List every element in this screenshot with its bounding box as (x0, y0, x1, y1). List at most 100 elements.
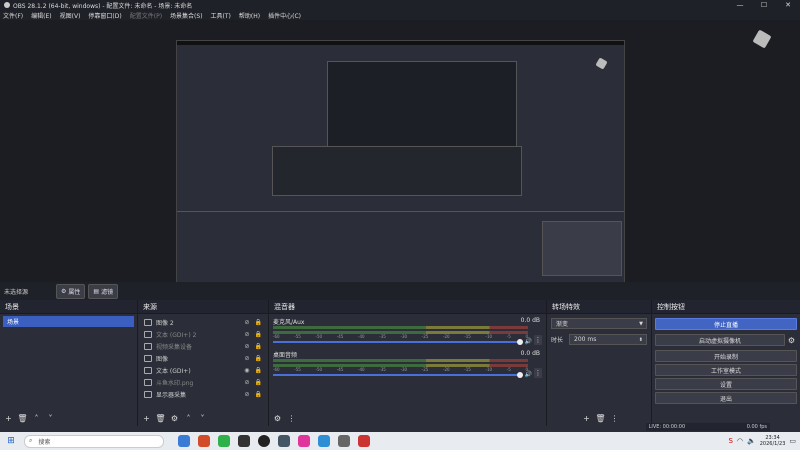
source-item[interactable]: 文本 (GDI+) 2 ⊘ 🔒 (138, 328, 268, 340)
lock-icon[interactable]: 🔒 (255, 355, 262, 362)
menu-profile[interactable]: 配置文件(P) (130, 11, 162, 20)
windows-start-icon[interactable]: ⊞ (4, 434, 18, 448)
menu-help[interactable]: 帮助(H) (239, 11, 260, 20)
controls-title: 控制按钮 (652, 300, 800, 314)
source-item[interactable]: 斗鱼水印.png ⊘ 🔒 (138, 376, 268, 388)
source-item[interactable]: 显示器采集 ⊘ 🔒 (138, 388, 268, 400)
remove-scene-icon[interactable]: 🗑 (17, 413, 28, 424)
lock-icon[interactable]: 🔒 (255, 331, 262, 338)
mixer-channel-desktop: 桌面音频 0.0 dB -60 -55 -50 -45 -40 -35 -30 -25 -20-… (269, 350, 546, 380)
app-icon[interactable] (238, 435, 250, 447)
menu-view[interactable]: 视图(V) (60, 11, 81, 20)
lock-icon[interactable]: 🔒 (255, 319, 262, 326)
taskbar-search[interactable]: ⌕ 搜索 (24, 434, 164, 448)
maximize-button[interactable]: ☐ (752, 0, 776, 10)
nested-titlebar (177, 41, 624, 45)
move-up-icon[interactable]: ˄ (183, 413, 194, 424)
app-icon[interactable] (198, 435, 210, 447)
spin-arrows-icon: ⬍ (638, 336, 643, 343)
source-item[interactable]: 文本 (GDI+) ◉ 🔒 (138, 364, 268, 376)
speaker-icon[interactable]: 🔊 (525, 371, 532, 378)
transition-select[interactable]: 渐变 ▼ (551, 318, 647, 329)
remove-transition-icon[interactable]: 🗑 (595, 413, 606, 424)
source-properties-icon[interactable]: ⚙ (169, 413, 180, 424)
move-down-icon[interactable]: ˅ (197, 413, 208, 424)
add-scene-icon[interactable]: + (3, 413, 14, 424)
image-icon (144, 318, 152, 326)
clock[interactable]: 23:34 2026/1/23 (760, 435, 786, 447)
visibility-off-icon[interactable]: ⊘ (244, 319, 249, 326)
menu-scene-collection[interactable]: 场景集合(S) (170, 11, 203, 20)
volume-slider[interactable] (273, 372, 523, 378)
preview-area[interactable] (0, 20, 800, 296)
minimize-button[interactable]: — (728, 0, 752, 10)
menu-docks[interactable]: 停靠窗口(D) (88, 11, 121, 20)
lock-icon[interactable]: 🔒 (255, 343, 262, 350)
menu-plugin-center[interactable]: 插件中心(C) (268, 11, 301, 20)
source-item[interactable]: 视频采集设备 ⊘ 🔒 (138, 340, 268, 352)
visibility-off-icon[interactable]: ⊘ (244, 355, 249, 362)
close-button[interactable]: ✕ (776, 0, 800, 10)
start-virtual-camera-button[interactable]: 启动虚拟摄像机 (655, 334, 785, 346)
level-meter (273, 326, 528, 329)
menu-tools[interactable]: 工具(T) (211, 11, 231, 20)
slider-knob[interactable] (517, 339, 523, 345)
meter-scale: -60 -55 -50 -45 -40 -35 -30 -25 -20 -15 -10 -5 0 (273, 367, 528, 372)
studio-mode-button[interactable]: 工作室模式 (655, 364, 797, 376)
app-icon[interactable] (318, 435, 330, 447)
controls-dock: 控制按钮 停止直播 启动虚拟摄像机 ⚙ 开始录制 工作室模式 设置 退出 (652, 300, 800, 426)
mixer-menu-icon[interactable]: ⋮ (286, 413, 297, 424)
scene-item[interactable]: 场景 (3, 316, 134, 327)
slider-knob[interactable] (517, 372, 523, 378)
notification-icon[interactable]: ▭ (789, 437, 796, 445)
visibility-off-icon[interactable]: ⊘ (244, 391, 249, 398)
filters-button[interactable]: ▤ 滤镜 (88, 283, 119, 299)
app-icon[interactable] (178, 435, 190, 447)
filter-icon: ▤ (93, 287, 100, 295)
lock-icon[interactable]: 🔒 (255, 391, 262, 398)
add-source-icon[interactable]: + (141, 413, 152, 424)
settings-button[interactable]: 设置 (655, 378, 797, 390)
app-icon[interactable] (278, 435, 290, 447)
source-name: 文本 (GDI+) 2 (156, 331, 197, 339)
source-item[interactable]: 图像 2 ⊘ 🔒 (138, 316, 268, 328)
move-up-icon[interactable]: ˄ (31, 413, 42, 424)
ime-icon[interactable]: S (728, 437, 732, 445)
app-icon[interactable] (218, 435, 230, 447)
channel-name: 桌面音频 (273, 352, 298, 359)
more-options-icon[interactable]: ⋮ (534, 335, 542, 345)
context-bar: 未选择源 ⚙ 属性 ▤ 滤镜 (0, 282, 800, 300)
app-icon[interactable] (338, 435, 350, 447)
app-icon[interactable] (298, 435, 310, 447)
obs-taskbar-icon[interactable] (258, 435, 270, 447)
visibility-off-icon[interactable]: ⊘ (244, 343, 249, 350)
volume-slider[interactable] (273, 339, 523, 345)
app-icon[interactable] (358, 435, 370, 447)
remove-source-icon[interactable]: 🗑 (155, 413, 166, 424)
speaker-icon[interactable]: 🔊 (525, 338, 532, 345)
duration-spinbox[interactable]: 200 ms ⬍ (569, 334, 647, 345)
lock-icon[interactable]: 🔒 (255, 379, 262, 386)
visibility-off-icon[interactable]: ⊘ (244, 331, 249, 338)
menu-file[interactable]: 文件(F) (3, 11, 23, 20)
virtual-camera-settings-icon[interactable]: ⚙ (786, 335, 797, 346)
visibility-off-icon[interactable]: ⊘ (244, 379, 249, 386)
stop-streaming-button[interactable]: 停止直播 (655, 318, 797, 330)
wifi-icon[interactable]: ◠ (737, 437, 743, 445)
advanced-audio-icon[interactable]: ⚙ (272, 413, 283, 424)
source-item[interactable]: 图像 ⊘ 🔒 (138, 352, 268, 364)
move-down-icon[interactable]: ˅ (45, 413, 56, 424)
mixer-dock: 混音器 麦克风/Aux 0.0 dB -60 -55 -50 -45 -40 -35 -30… (269, 300, 547, 426)
add-transition-icon[interactable]: + (581, 413, 592, 424)
volume-icon[interactable]: 🔈 (747, 437, 756, 445)
exit-button[interactable]: 退出 (655, 392, 797, 404)
visibility-on-icon[interactable]: ◉ (244, 367, 249, 374)
properties-button[interactable]: ⚙ 属性 (56, 283, 86, 299)
start-recording-button[interactable]: 开始录制 (655, 350, 797, 362)
transition-menu-icon[interactable]: ⋮ (609, 413, 620, 424)
menu-edit[interactable]: 编辑(E) (31, 11, 51, 20)
more-options-icon[interactable]: ⋮ (534, 368, 542, 378)
sources-title: 来源 (138, 300, 268, 314)
lock-icon[interactable]: 🔒 (255, 367, 262, 374)
preview-canvas[interactable] (176, 40, 625, 296)
